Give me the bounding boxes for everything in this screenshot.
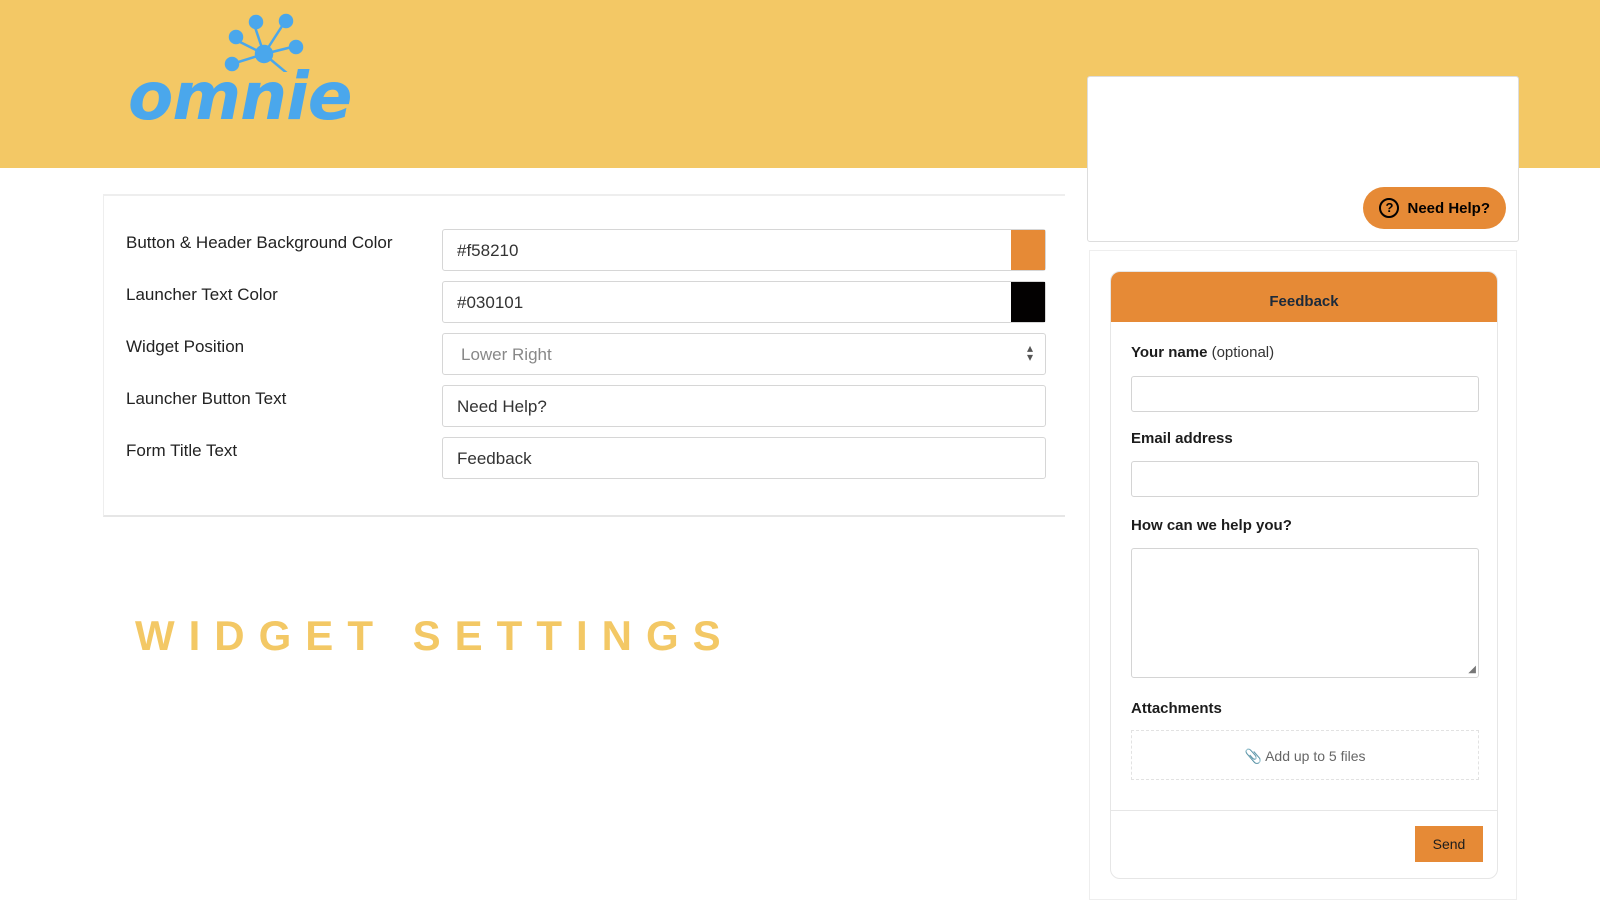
attachments-label: Attachments bbox=[1131, 700, 1222, 717]
form-title-input[interactable]: Feedback bbox=[442, 437, 1046, 479]
bg-color-value: #f58210 bbox=[457, 241, 519, 260]
bg-color-swatch[interactable] bbox=[1011, 230, 1045, 270]
question-circle-icon: ? bbox=[1379, 198, 1400, 218]
attach-text: Add up to 5 files bbox=[1265, 748, 1366, 764]
text-color-value: #030101 bbox=[457, 293, 524, 312]
need-help-launcher-button[interactable]: ? Need Help? bbox=[1363, 187, 1506, 229]
help-label: How can we help you? bbox=[1131, 517, 1292, 534]
omnie-logo: omnie bbox=[128, 58, 352, 135]
setting-text-color: Launcher Text Color #030101 bbox=[126, 281, 1046, 323]
setting-label: Launcher Text Color bbox=[126, 285, 278, 304]
form-title: Feedback bbox=[1111, 272, 1497, 322]
chevron-updown-icon: ▴ ▾ bbox=[1026, 341, 1033, 364]
setting-bg-color: Button & Header Background Color #f58210 bbox=[126, 229, 1046, 271]
resize-handle-icon[interactable]: ◢ bbox=[1468, 664, 1476, 675]
setting-launcher-text: Launcher Button Text Need Help? bbox=[126, 385, 1046, 427]
email-label: Email address bbox=[1131, 430, 1233, 447]
setting-label: Widget Position bbox=[126, 337, 245, 356]
help-textarea[interactable]: ◢ bbox=[1131, 548, 1479, 678]
setting-label: Form Title Text bbox=[126, 441, 238, 460]
setting-form-title: Form Title Text Feedback bbox=[126, 437, 1046, 479]
widget-position-value: Lower Right bbox=[461, 345, 552, 364]
widget-position-select[interactable]: Lower Right ▴ ▾ bbox=[442, 333, 1046, 375]
name-label: Your name (optional) bbox=[1131, 344, 1275, 361]
setting-widget-position: Widget Position Lower Right ▴ ▾ bbox=[126, 333, 1046, 375]
form-footer: Send bbox=[1111, 810, 1497, 878]
widget-settings-panel: Button & Header Background Color #f58210… bbox=[103, 194, 1065, 517]
bg-color-input[interactable]: #f58210 bbox=[442, 229, 1046, 271]
paperclip-icon: 📎 bbox=[1244, 748, 1262, 764]
launcher-preview: ? Need Help? bbox=[1087, 76, 1519, 242]
send-button[interactable]: Send bbox=[1415, 826, 1483, 862]
email-input[interactable] bbox=[1131, 461, 1479, 497]
text-color-swatch[interactable] bbox=[1011, 282, 1045, 322]
setting-label: Button & Header Background Color bbox=[126, 233, 393, 252]
page-title: WIDGET SETTINGS bbox=[135, 612, 735, 659]
attachments-dropzone[interactable]: 📎 Add up to 5 files bbox=[1131, 730, 1479, 780]
setting-label: Launcher Button Text bbox=[126, 389, 287, 408]
text-color-input[interactable]: #030101 bbox=[442, 281, 1046, 323]
launcher-text-input[interactable]: Need Help? bbox=[442, 385, 1046, 427]
form-preview: Feedback Your name (optional) Email addr… bbox=[1089, 250, 1517, 900]
feedback-form: Feedback Your name (optional) Email addr… bbox=[1110, 271, 1498, 879]
launcher-label: Need Help? bbox=[1407, 199, 1490, 217]
name-input[interactable] bbox=[1131, 376, 1479, 412]
